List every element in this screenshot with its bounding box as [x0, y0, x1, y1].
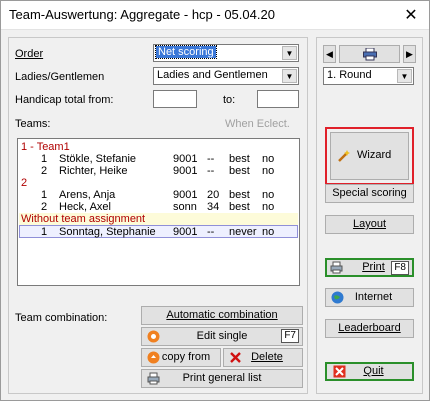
copy-icon	[147, 351, 160, 364]
arrow-left-icon: ◀	[326, 49, 333, 59]
actions-panel: ◀ ▶ 1. Round ▼ Wizard Special scoring La…	[316, 37, 423, 394]
round-printer-button[interactable]	[339, 45, 400, 63]
printer-icon	[363, 48, 377, 61]
team-combination-label: Team combination:	[15, 312, 108, 324]
team-member-row[interactable]: 2 Heck, Axel sonn 34 best no	[19, 201, 298, 213]
chevron-down-icon[interactable]: ▼	[282, 46, 297, 60]
next-round-button[interactable]: ▶	[403, 45, 416, 63]
wizard-highlight: Wizard	[325, 127, 414, 185]
magic-wand-icon	[338, 150, 350, 162]
team-member-row[interactable]: 2 Richter, Heike 9001 -- best no	[19, 165, 298, 177]
f7-shortcut-badge: F7	[281, 329, 299, 343]
close-icon[interactable]: ✕	[401, 5, 421, 25]
print-general-list-button[interactable]: Print general list	[141, 369, 303, 388]
layout-button[interactable]: Layout	[325, 215, 414, 234]
internet-button[interactable]: Internet	[325, 288, 414, 307]
no-team-header[interactable]: Without team assignment	[19, 213, 298, 225]
handicap-from-input[interactable]	[153, 90, 197, 108]
teams-label: Teams:	[15, 118, 51, 130]
window-title: Team-Auswertung: Aggregate - hcp - 05.04…	[9, 7, 275, 22]
order-select[interactable]: Net scoring ▼	[153, 44, 299, 62]
round-select[interactable]: 1. Round ▼	[323, 67, 414, 85]
handicap-to-input[interactable]	[257, 90, 299, 108]
edit-single-button[interactable]: Edit single F7	[141, 327, 303, 346]
team-header[interactable]: 2	[19, 177, 298, 189]
edit-single-icon	[147, 330, 160, 343]
printer-icon	[330, 261, 343, 274]
handicap-to-label: to:	[223, 94, 236, 106]
arrow-right-icon: ▶	[406, 49, 413, 59]
teams-listbox[interactable]: 1 - Team1 1 Stökle, Stefanie 9001 -- bes…	[17, 138, 300, 286]
automatic-combination-button[interactable]: Automatic combination	[141, 306, 303, 325]
ladies-gentlemen-select[interactable]: Ladies and Gentlemen ▼	[153, 67, 299, 85]
previous-round-button[interactable]: ◀	[323, 45, 336, 63]
team-member-row[interactable]: 1 Stökle, Stefanie 9001 -- best no	[19, 153, 298, 165]
quit-icon	[333, 365, 346, 378]
leaderboard-button[interactable]: Leaderboard	[325, 319, 414, 338]
team-evaluation-window: Team-Auswertung: Aggregate - hcp - 05.04…	[0, 0, 430, 401]
team-member-row[interactable]: 1 Arens, Anja 9001 20 best no	[19, 189, 298, 201]
delete-icon	[230, 352, 241, 363]
chevron-down-icon[interactable]: ▼	[397, 69, 412, 83]
settings-panel: Order Net scoring ▼ Ladies/Gentlemen Lad…	[8, 37, 308, 394]
wizard-button[interactable]: Wizard	[330, 132, 409, 180]
ladies-gentlemen-label: Ladies/Gentlemen	[15, 71, 105, 83]
order-label: Order	[15, 48, 44, 60]
when-eclect-label: When Eclect.	[225, 118, 290, 130]
f8-shortcut-badge: F8	[391, 261, 409, 275]
copy-from-button[interactable]: copy from	[141, 348, 221, 367]
handicap-total-label: Handicap total from:	[15, 94, 114, 106]
quit-button[interactable]: Quit	[325, 362, 414, 381]
special-scoring-button[interactable]: Special scoring	[325, 184, 414, 203]
selected-player-row[interactable]: 1 Sonntag, Stephanie 9001 -- never no	[19, 225, 298, 238]
printer-icon	[147, 372, 160, 385]
title-bar: Team-Auswertung: Aggregate - hcp - 05.04…	[1, 1, 429, 30]
print-button[interactable]: Print F8	[325, 258, 414, 277]
team-header[interactable]: 1 - Team1	[19, 141, 298, 153]
delete-button[interactable]: Delete	[223, 348, 303, 367]
chevron-down-icon[interactable]: ▼	[282, 69, 297, 83]
globe-icon	[331, 291, 344, 304]
